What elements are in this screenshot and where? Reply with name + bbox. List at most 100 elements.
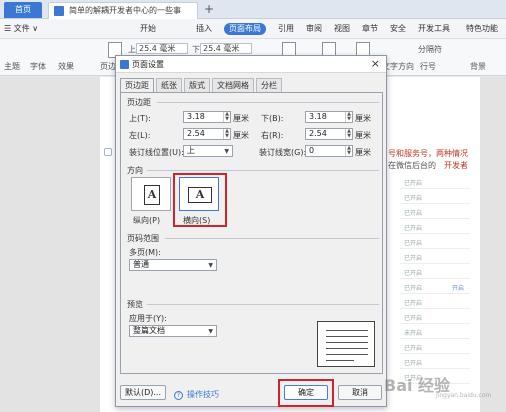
portrait-page-icon: A <box>144 185 160 205</box>
doc-side-entry: 已开启 <box>404 240 423 247</box>
section-margins: 页边距 <box>127 98 151 107</box>
left-margin-input[interactable]: 2.54 ▲ ▼ <box>183 128 231 140</box>
apply-to-value: 整篇文档 <box>133 326 165 335</box>
right-margin-label: 右(R): <box>261 131 284 140</box>
chevron-down-icon: ▼ <box>224 148 229 155</box>
tab-doc-grid[interactable]: 文档网格 <box>212 78 254 92</box>
apply-to-label: 应用于(Y): <box>129 314 167 323</box>
portrait-option[interactable]: A <box>131 177 171 211</box>
spin-arrows-icon[interactable]: ▲ ▼ <box>345 112 352 122</box>
ribbon-top-label: 上 <box>128 45 136 54</box>
doc-side-entry: 已开启 <box>404 180 423 187</box>
doc-side-entry: 未开启 <box>404 330 423 337</box>
menu-page-layout[interactable]: 页面布局 <box>224 23 266 35</box>
page-preview <box>317 321 375 367</box>
menu-special[interactable]: 特色功能 <box>466 23 498 35</box>
gutter-width-label: 装订线宽(G): <box>259 148 307 157</box>
top-margin-input[interactable]: 3.18 ▲ ▼ <box>183 111 231 123</box>
tab-margins[interactable]: 页边距 <box>120 78 154 93</box>
menu-review[interactable]: 审阅 <box>306 23 322 35</box>
preview-line <box>326 360 354 361</box>
menu-insert[interactable]: 插入 <box>196 23 212 35</box>
doc-row-divider <box>400 293 470 294</box>
left-margin-unit[interactable]: 厘米 <box>233 130 249 141</box>
spin-arrows-icon[interactable]: ▲ ▼ <box>345 146 352 156</box>
spin-arrows-icon[interactable]: ▲ ▼ <box>345 129 352 139</box>
section-preview: 预览 <box>127 300 143 309</box>
doc-text-line1: 号和服务号，两种情况 <box>388 149 468 158</box>
doc-side-entry: 已开启 <box>404 255 423 262</box>
gutter-width-unit[interactable]: 厘米 <box>355 147 371 158</box>
ribbon-line-number[interactable]: 行号 <box>420 61 436 72</box>
menu-view[interactable]: 视图 <box>334 23 350 35</box>
multiple-pages-select[interactable]: 普通 ▼ <box>129 259 217 271</box>
divider <box>147 304 379 305</box>
menu-file[interactable]: ☰ 文件 ∨ <box>4 23 38 35</box>
dialog-app-icon <box>120 60 129 69</box>
preview-line <box>326 354 368 355</box>
menu-dev-tools[interactable]: 开发工具 <box>418 23 450 35</box>
spin-arrows-icon[interactable]: ▲ ▼ <box>223 129 230 139</box>
bottom-margin-unit[interactable]: 厘米 <box>355 113 371 124</box>
help-link[interactable]: ? 操作技巧 <box>174 389 219 400</box>
document-title: 简单的解耦开发者中心的一些事 <box>69 6 181 15</box>
left-margin-value: 2.54 <box>187 129 205 138</box>
top-margin-label: 上(T): <box>129 114 151 123</box>
menu-start[interactable]: 开始 <box>140 23 156 35</box>
doc-row-divider <box>400 248 470 249</box>
gutter-position-label: 装订线位置(U): <box>129 148 184 157</box>
doc-side-entry: 已开启 <box>404 195 423 202</box>
doc-row-divider <box>400 323 470 324</box>
help-link-label: 操作技巧 <box>187 390 219 399</box>
tab-paper[interactable]: 纸张 <box>156 78 182 92</box>
preview-line <box>326 342 368 343</box>
cancel-button[interactable]: 取消 <box>338 385 382 400</box>
close-icon[interactable]: × <box>371 57 380 70</box>
doc-side-entry: 已开启 <box>404 225 423 232</box>
ribbon-top-input[interactable]: 25.4 毫米 <box>136 43 188 54</box>
tab-bar: 首页 简单的解耦开发者中心的一些事 + <box>0 0 506 19</box>
section-page-range: 页码范围 <box>127 234 159 243</box>
watermark-url: jingyan.baidu.com <box>436 392 492 399</box>
gutter-width-value: 0 <box>309 146 315 155</box>
ribbon-effect[interactable]: 效果 <box>58 61 74 72</box>
preview-line <box>326 336 368 337</box>
ribbon-font[interactable]: 字体 <box>30 61 46 72</box>
right-margin-input[interactable]: 2.54 ▲ ▼ <box>305 128 353 140</box>
portrait-label[interactable]: 纵向(P) <box>133 215 160 226</box>
top-margin-unit[interactable]: 厘米 <box>233 113 249 124</box>
divider <box>147 170 379 171</box>
left-margin-label: 左(L): <box>129 131 151 140</box>
ribbon-theme[interactable]: 主题 <box>4 61 20 72</box>
multiple-pages-label: 多页(M): <box>129 248 161 257</box>
apply-to-select[interactable]: 整篇文档 ▼ <box>129 325 217 337</box>
menu-chapter[interactable]: 章节 <box>362 23 378 35</box>
dialog-title: 页面设置 <box>132 60 164 69</box>
ribbon-separator[interactable]: 分隔符 <box>418 44 442 55</box>
tab-layout[interactable]: 版式 <box>184 78 210 92</box>
menu-references[interactable]: 引用 <box>278 23 294 35</box>
doc-side-link[interactable]: 开启 <box>452 283 464 292</box>
doc-side-entry: 已开启 <box>404 270 423 277</box>
bottom-margin-input[interactable]: 3.18 ▲ ▼ <box>305 111 353 123</box>
tab-document[interactable]: 简单的解耦开发者中心的一些事 <box>48 2 198 19</box>
dialog-title-bar[interactable]: 页面设置 × <box>116 56 386 73</box>
right-margin-unit[interactable]: 厘米 <box>355 130 371 141</box>
doc-link-developer[interactable]: 开发者 <box>444 160 468 171</box>
ribbon-bottom-input[interactable]: 25.4 毫米 <box>200 43 252 54</box>
gutter-position-value: 上 <box>187 146 195 155</box>
gutter-width-input[interactable]: 0 ▲ ▼ <box>305 145 353 157</box>
page-setup-dialog: 页面设置 × 页边距 纸张 版式 文档网格 分栏 页边距 上(T): 3.18 ▲… <box>115 55 387 407</box>
default-button[interactable]: 默认(D)... <box>120 385 166 400</box>
tab-columns[interactable]: 分栏 <box>256 78 282 92</box>
gutter-position-select[interactable]: 上 ▼ <box>183 145 233 157</box>
top-margin-value: 3.18 <box>187 112 205 121</box>
new-tab-button[interactable]: + <box>202 2 216 16</box>
menu-security[interactable]: 安全 <box>390 23 406 35</box>
ribbon-background[interactable]: 背景 <box>470 61 486 72</box>
section-orientation: 方向 <box>127 166 143 175</box>
comment-icon[interactable] <box>104 148 112 156</box>
tab-home[interactable]: 首页 <box>4 2 42 18</box>
spin-arrows-icon[interactable]: ▲ ▼ <box>223 112 230 122</box>
doc-row-divider <box>400 353 470 354</box>
